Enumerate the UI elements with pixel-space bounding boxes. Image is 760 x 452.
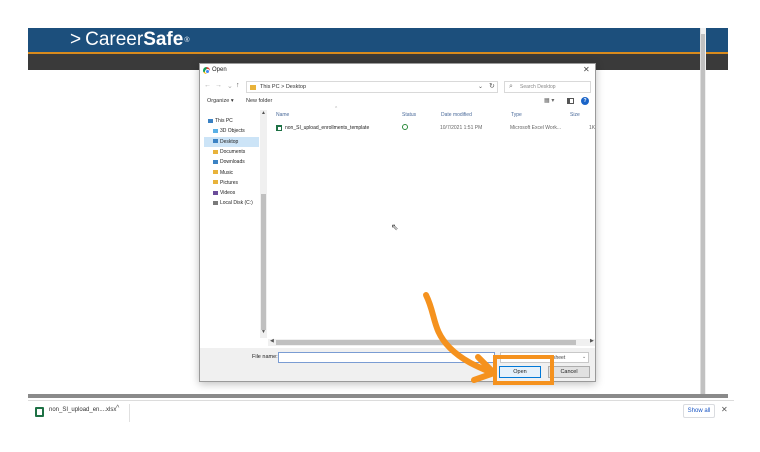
close-icon[interactable]: ✕ xyxy=(721,405,728,414)
show-all-button[interactable]: Show all xyxy=(683,404,715,418)
download-filename[interactable]: non_SI_upload_en....xlsx xyxy=(49,407,116,413)
download-bar: non_SI_upload_en....xlsx ^ Show all ✕ xyxy=(28,400,734,424)
excel-file-icon xyxy=(35,407,44,417)
chevron-up-icon[interactable]: ^ xyxy=(116,405,119,412)
download-divider xyxy=(129,404,130,422)
tutorial-arrow xyxy=(423,292,497,383)
